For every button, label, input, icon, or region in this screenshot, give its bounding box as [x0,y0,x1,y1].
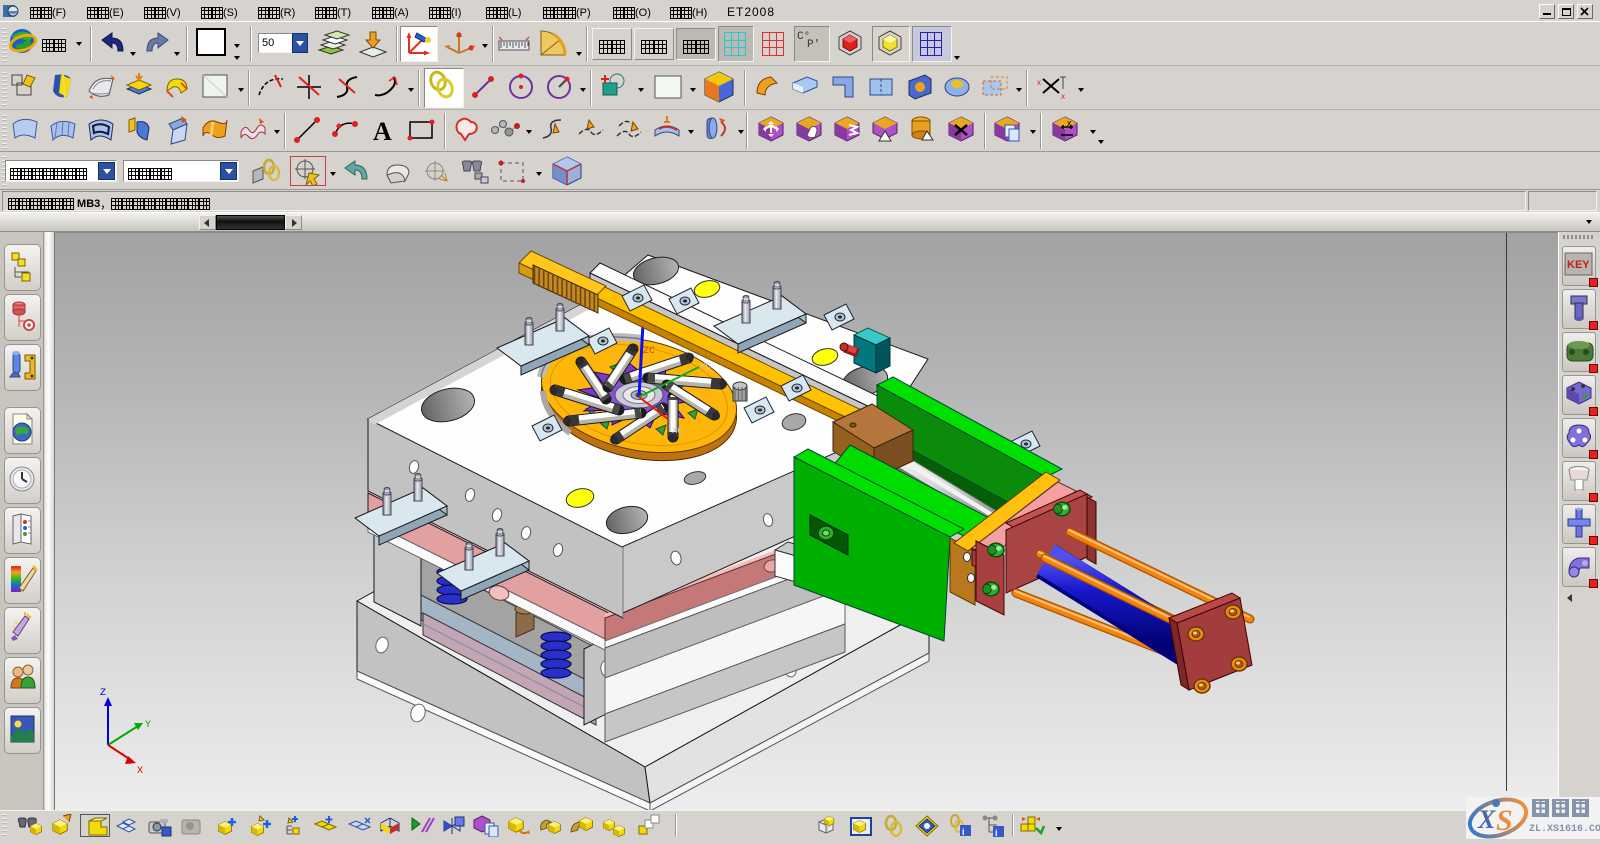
svg-text:Pʹ: Pʹ [807,38,820,51]
svg-text:i: i [962,827,965,837]
svg-text:x: x [1067,118,1072,128]
svg-text:S: S [1496,804,1513,837]
svg-text:Y: Y [145,720,151,731]
svg-text:i: i [995,828,998,837]
svg-text:XC: XC [672,426,683,436]
svg-text:x: x [1061,92,1065,101]
svg-text:Z: Z [100,688,106,699]
svg-text:X: X [1477,805,1496,834]
svg-text:x: x [1037,78,1041,87]
svg-text:A: A [373,117,392,146]
svg-text:KEY: KEY [1567,259,1590,271]
svg-text:X: X [137,766,143,777]
svg-text:ZC: ZC [643,346,655,357]
svg-text:YC: YC [700,362,711,372]
